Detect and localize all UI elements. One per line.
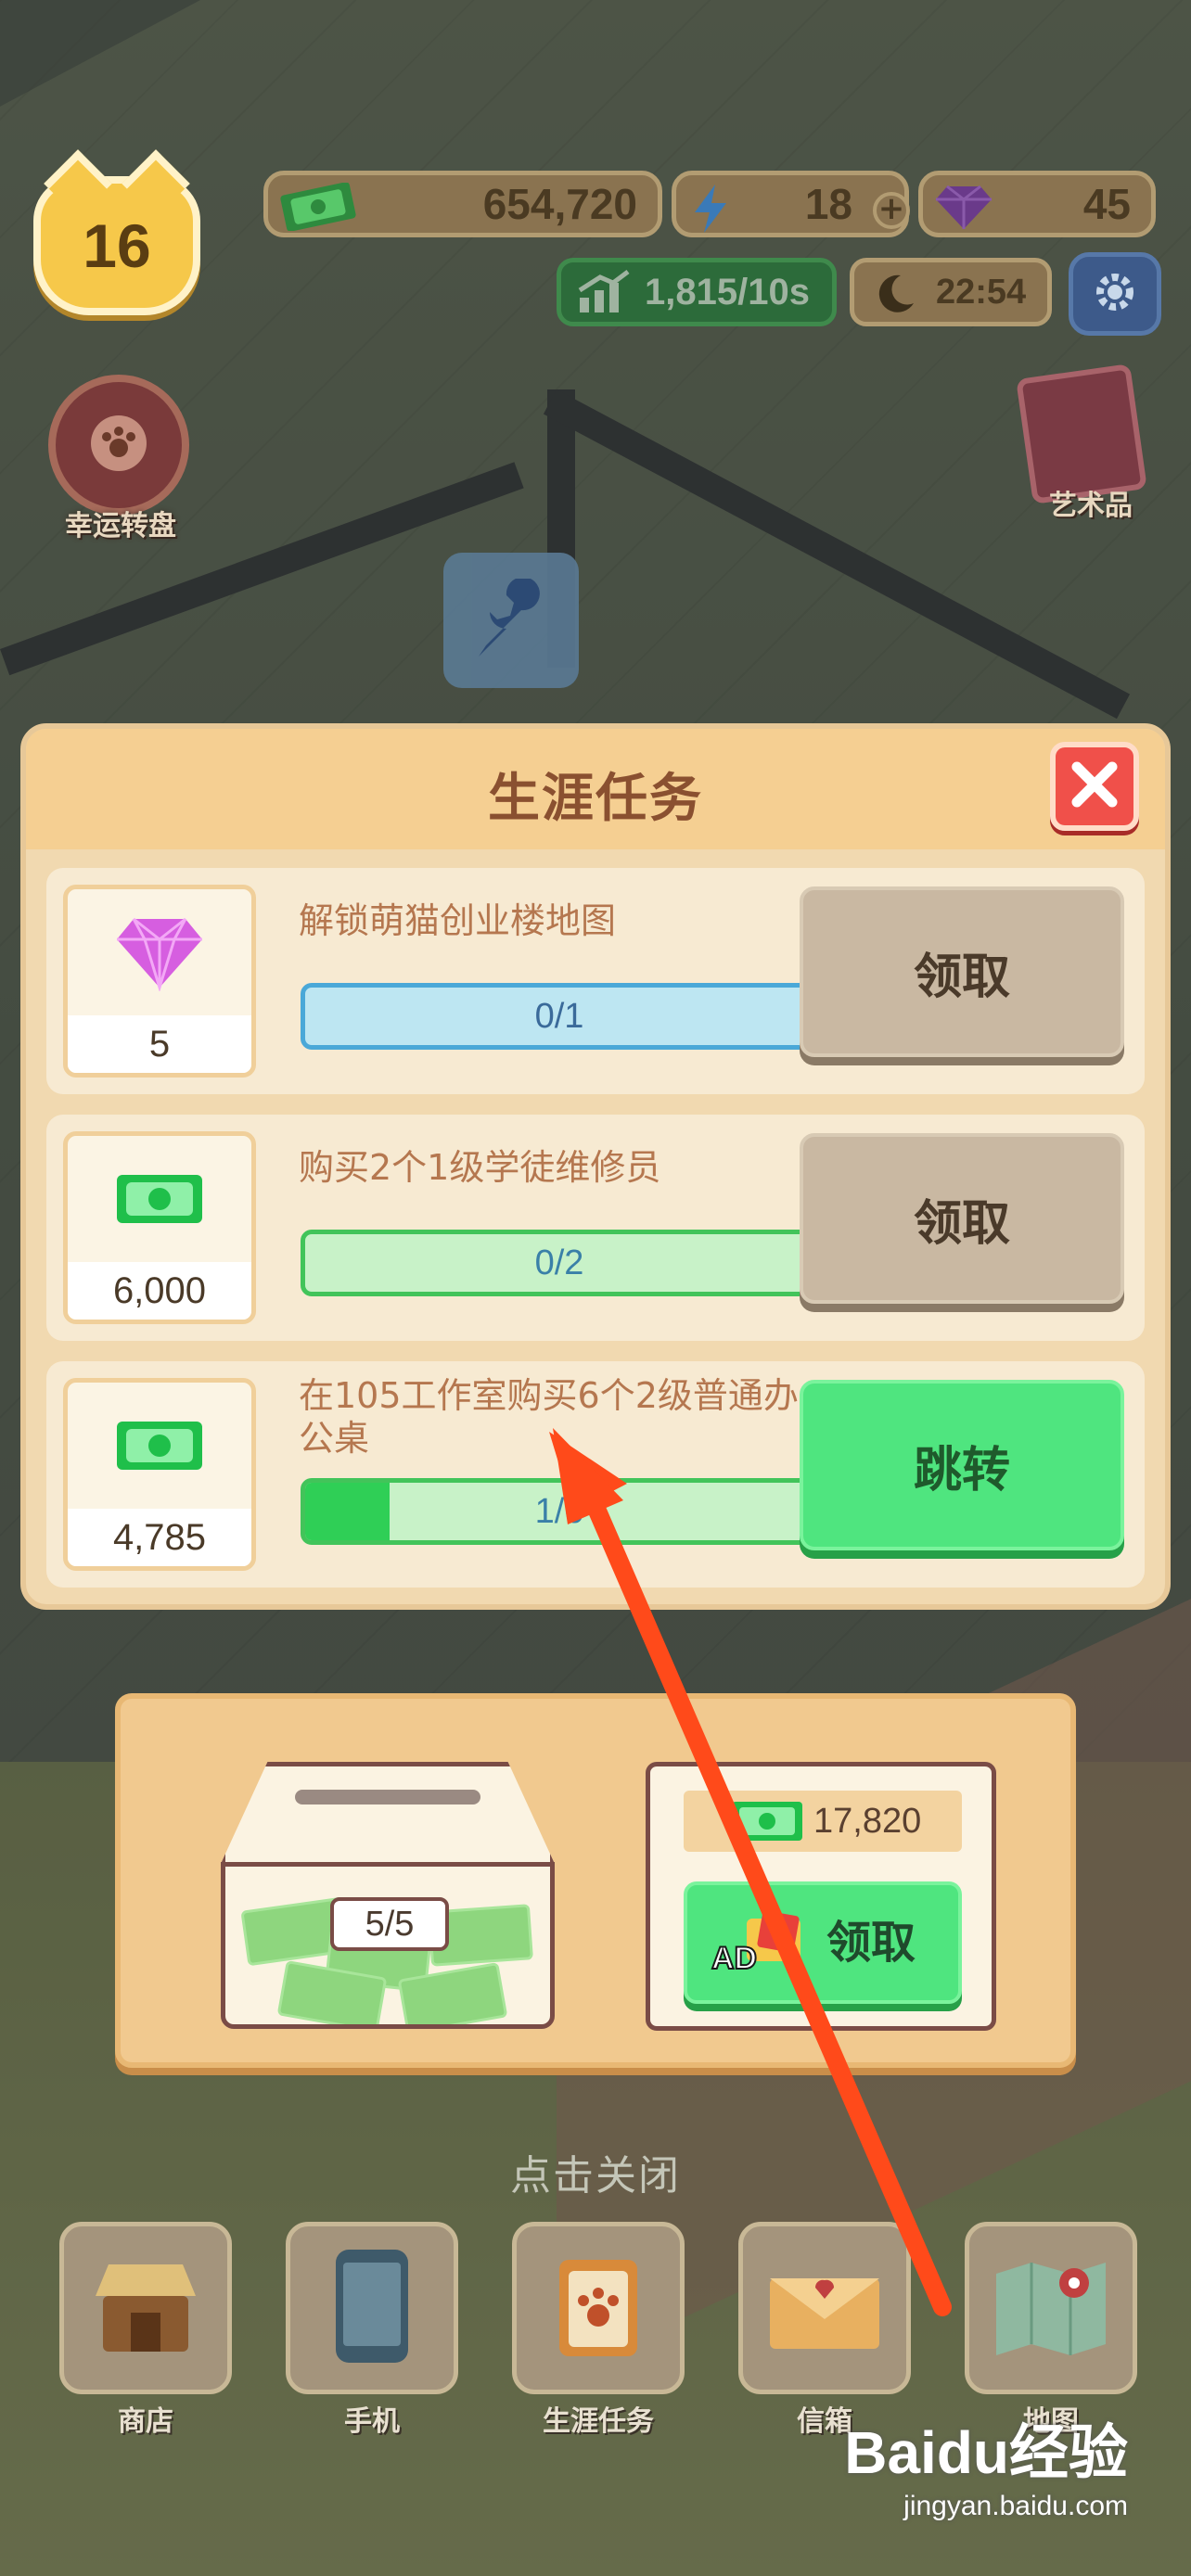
- tap-to-close-hint[interactable]: 点击关闭: [0, 2142, 1191, 2201]
- reward-amount: 5: [68, 1015, 251, 1073]
- player-level-badge[interactable]: 16: [33, 176, 200, 315]
- task-progress-bar: 0/1: [301, 983, 818, 1050]
- watermark-logo: Baidu经验: [844, 2419, 1128, 2486]
- gem-icon: [113, 913, 206, 995]
- modal-title: 生涯任务: [488, 769, 703, 829]
- wrench-icon[interactable]: [443, 553, 579, 688]
- career-tasks-modal: 生涯任务 5 解锁萌猫创业楼地图 0/1 领取 6,000 购买2个1级学徒维修…: [20, 723, 1171, 1610]
- ad-badge-text: AD: [711, 1941, 757, 1976]
- paw-clipboard-icon: [552, 2251, 645, 2366]
- cash-box-amount: 17,820: [684, 1791, 962, 1852]
- baidu-watermark: Baidu经验 jingyan.baidu.com: [844, 2405, 1128, 2522]
- cash-box-panel: 5/5 17,820 AD 领取: [115, 1693, 1076, 2068]
- reward-amount: 6,000: [68, 1262, 251, 1320]
- claim-button[interactable]: 领取: [800, 1133, 1124, 1304]
- task-row: 6,000 购买2个1级学徒维修员 0/2 领取: [46, 1115, 1145, 1341]
- gem-value: 45: [1082, 180, 1131, 228]
- lucky-wheel-button[interactable]: [48, 375, 189, 516]
- game-clock: 22:54: [850, 258, 1052, 326]
- phone-icon: [330, 2246, 414, 2370]
- cash-counter[interactable]: 654,720: [263, 171, 662, 237]
- cash-box-count: 5/5: [330, 1897, 449, 1951]
- reward-amount: 4,785: [68, 1509, 251, 1566]
- watermark-url: jingyan.baidu.com: [903, 2491, 1128, 2521]
- claim-button[interactable]: 领取: [800, 886, 1124, 1057]
- cash-icon: [279, 182, 357, 235]
- gem-counter[interactable]: 45: [918, 171, 1156, 237]
- close-icon: [1069, 759, 1120, 813]
- nav-career-tasks-button[interactable]: [512, 2222, 685, 2394]
- energy-counter[interactable]: 18 +: [672, 171, 910, 238]
- map-icon: [991, 2255, 1111, 2361]
- nav-phone-button[interactable]: [286, 2222, 458, 2394]
- watch-ad-claim-button[interactable]: AD 领取: [684, 1881, 962, 2004]
- income-rate-pill[interactable]: 1,815/10s: [557, 258, 837, 326]
- income-rate: 1,815/10s: [645, 271, 810, 312]
- paw-icon: [86, 411, 151, 479]
- task-reward: 6,000: [63, 1131, 256, 1324]
- mail-icon: [764, 2260, 885, 2356]
- close-button[interactable]: [1050, 742, 1139, 831]
- cash-box-slot: [295, 1790, 480, 1804]
- shop-icon: [90, 2255, 201, 2361]
- player-level: 16: [83, 211, 151, 280]
- task-list: 5 解锁萌猫创业楼地图 0/1 领取 6,000 购买2个1级学徒维修员 0/2…: [46, 868, 1145, 1608]
- gem-icon: [934, 183, 993, 235]
- gear-icon: [1089, 266, 1141, 322]
- energy-value: 18: [804, 180, 852, 228]
- nav-shop-button[interactable]: [59, 2222, 232, 2394]
- lightning-icon: [687, 183, 734, 238]
- task-description: 购买2个1级学徒维修员: [299, 1147, 661, 1188]
- nav-phone-label: 手机: [344, 2405, 400, 2438]
- claim-label: 领取: [826, 1917, 916, 1969]
- nav-mailbox-button[interactable]: [738, 2222, 911, 2394]
- task-progress-bar: 0/2: [301, 1230, 818, 1296]
- game-time: 22:54: [936, 272, 1027, 312]
- ad-video-icon: AD: [710, 1910, 812, 1978]
- lucky-wheel-label: 幸运转盘: [65, 510, 176, 542]
- artwork-label: 艺术品: [1049, 490, 1133, 522]
- cash-value: 654,720: [482, 180, 637, 228]
- trend-up-icon: [576, 270, 634, 325]
- nav-career-tasks-label: 生涯任务: [543, 2405, 654, 2438]
- task-reward: 4,785: [63, 1378, 256, 1571]
- task-progress-text: 1/6: [534, 1492, 584, 1531]
- add-energy-icon[interactable]: +: [873, 192, 910, 229]
- task-description: 解锁萌猫创业楼地图: [299, 900, 617, 941]
- settings-button[interactable]: [1069, 252, 1161, 336]
- task-progress-text: 0/1: [534, 997, 584, 1036]
- task-row: 4,785 在105工作室购买6个2级普通办公桌 1/6 跳转: [46, 1361, 1145, 1588]
- cash-box[interactable]: 5/5: [221, 1762, 555, 2031]
- task-row: 5 解锁萌猫创业楼地图 0/1 领取: [46, 868, 1145, 1094]
- cash-box-amount-value: 17,820: [813, 1802, 922, 1841]
- task-reward: 5: [63, 885, 256, 1078]
- task-progress-bar: 1/6: [301, 1478, 818, 1545]
- nav-map-button[interactable]: [965, 2222, 1137, 2394]
- moon-icon: [873, 272, 917, 325]
- cash-box-lid: [221, 1762, 555, 1864]
- task-progress-text: 0/2: [534, 1243, 584, 1282]
- nav-shop-label: 商店: [118, 2405, 173, 2438]
- cash-icon: [730, 1798, 804, 1848]
- go-to-button[interactable]: 跳转: [800, 1380, 1124, 1550]
- cash-box-reward: 17,820 AD 领取: [646, 1762, 996, 2031]
- task-description: 在105工作室购买6个2级普通办公桌: [299, 1375, 799, 1459]
- cash-icon: [113, 1416, 206, 1479]
- cash-icon: [113, 1169, 206, 1232]
